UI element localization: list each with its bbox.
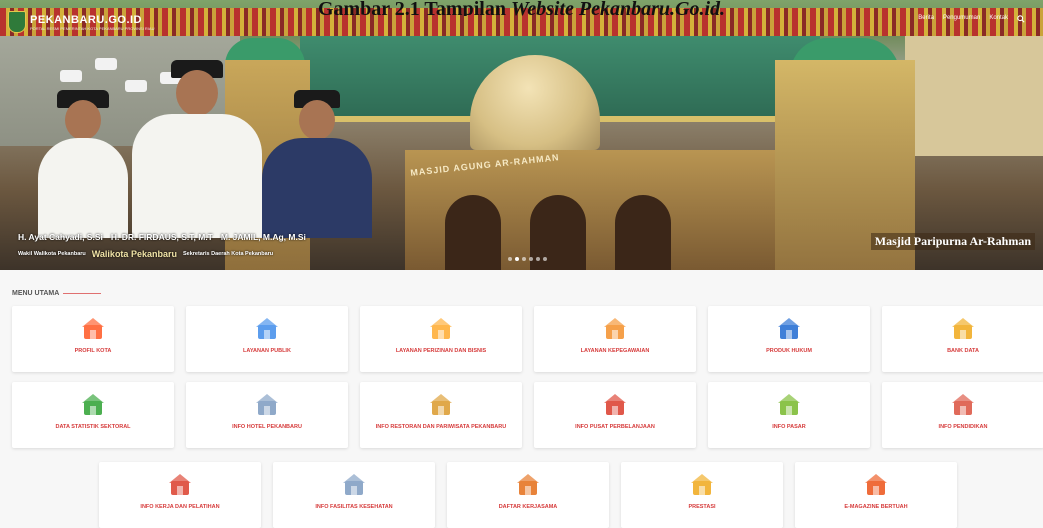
caption-text: Gambar 2.1 Tampilan	[317, 0, 511, 16]
menu-card-label: INFO PASAR	[772, 424, 806, 430]
figure-caption: Gambar 2.1 Tampilan Website Pekanbaru.Go…	[0, 0, 1043, 16]
slide-dot[interactable]	[529, 257, 533, 261]
job-icon	[169, 474, 191, 495]
menu-card-info-pasar[interactable]: INFO PASAR	[708, 382, 870, 448]
slide-dot[interactable]	[508, 257, 512, 261]
official-name-2: H. DR. FIRDAUS, S.T, M.T	[110, 232, 213, 242]
official-roles: Wakil Walikota Pekanbaru Walikota Pekanb…	[18, 249, 273, 259]
nav-kontak[interactable]: Kontak	[989, 15, 1008, 23]
menu-card-layanan-kepegawaian[interactable]: LAYANAN KEPEGAWAIAN	[534, 306, 696, 372]
menu-card-layanan-perizinan-dan-bisnis[interactable]: LAYANAN PERIZINAN DAN BISNIS	[360, 306, 522, 372]
slide-dot[interactable]	[522, 257, 526, 261]
official-photo-3	[262, 90, 372, 238]
menu-card-daftar-kerjasama[interactable]: DAFTAR KERJASAMA	[447, 462, 609, 528]
caption-italic: Website Pekanbaru.Go.id.	[510, 0, 726, 16]
official-photo-1	[38, 90, 128, 238]
menu-card-info-pusat-perbelanjaan[interactable]: INFO PUSAT PERBELANJAAN	[534, 382, 696, 448]
menu-card-info-hotel-pekanbaru[interactable]: INFO HOTEL PEKANBARU	[186, 382, 348, 448]
menu-card-info-restoran-dan-pariwisata-pekanbaru[interactable]: INFO RESTORAN DAN PARIWISATA PEKANBARU	[360, 382, 522, 448]
menu-card-label: PRODUK HUKUM	[766, 348, 812, 354]
home-icon	[82, 318, 104, 339]
menu-card-layanan-publik[interactable]: LAYANAN PUBLIK	[186, 306, 348, 372]
menu-card-label: E-MAGAZINE BERTUAH	[844, 504, 908, 510]
public-service-icon	[256, 318, 278, 339]
mosque-arch	[445, 195, 501, 270]
menu-card-label: DAFTAR KERJASAMA	[498, 504, 558, 510]
official-names: H. Ayat Cahyadi, S.Si H. DR. FIRDAUS, S.…	[18, 232, 306, 242]
logo-subtitle: PORTAL RESMI PEMERINTAH KOTA PEKANBARU P…	[30, 25, 155, 31]
slide-dot[interactable]	[536, 257, 540, 261]
menu-card-label: INFO FASILITAS KESEHATAN	[315, 504, 393, 510]
menu-card-label: LAYANAN PERIZINAN DAN BISNIS	[395, 348, 487, 354]
shop-icon	[604, 394, 626, 415]
menu-title-divider	[63, 293, 102, 294]
menu-card-label: INFO RESTORAN DAN PARIWISATA PEKANBARU	[375, 424, 507, 430]
menu-card-info-kerja-dan-pelatihan[interactable]: INFO KERJA DAN PELATIHAN	[99, 462, 261, 528]
menu-card-prestasi[interactable]: PRESTASI	[621, 462, 783, 528]
magazine-icon	[865, 474, 887, 495]
menu-card-data-statistik-sektoral[interactable]: DATA STATISTIK SEKTORAL	[12, 382, 174, 448]
menu-card-produk-hukum[interactable]: PRODUK HUKUM	[708, 306, 870, 372]
database-icon	[952, 318, 974, 339]
menu-title: MENU UTAMA	[12, 290, 102, 297]
menu-card-profil-kota[interactable]: PROFIL KOTA	[12, 306, 174, 372]
place-label: Masjid Paripurna Ar-Rahman	[870, 233, 1035, 250]
handshake-icon	[517, 474, 539, 495]
slide-dot[interactable]	[515, 257, 519, 261]
hotel-icon	[256, 394, 278, 415]
car	[60, 70, 82, 82]
mosque-arch	[615, 195, 671, 270]
menu-card-label: INFO HOTEL PEKANBARU	[232, 424, 302, 430]
official-role-1: Wakil Walikota Pekanbaru	[18, 251, 86, 257]
official-role-3: Sekretaris Daerah Kota Pekanbaru	[182, 251, 274, 257]
menu-card-label: BANK DATA	[947, 348, 979, 354]
menu-card-bank-data[interactable]: BANK DATA	[882, 306, 1043, 372]
menu-card-label: INFO PUSAT PERBELANJAAN	[575, 424, 655, 430]
car	[95, 58, 117, 70]
menu-card-label: PROFIL KOTA	[74, 348, 112, 354]
globe-law-icon	[778, 318, 800, 339]
slide-dot[interactable]	[543, 257, 547, 261]
top-nav: Berita Pengumuman Kontak	[918, 15, 1025, 23]
official-name-1: H. Ayat Cahyadi, S.Si	[18, 232, 103, 242]
menu-card-label: INFO PENDIDIKAN	[938, 424, 988, 430]
restaurant-icon	[430, 394, 452, 415]
official-role-2: Walikota Pekanbaru	[91, 249, 177, 259]
menu-card-label: LAYANAN PUBLIK	[243, 348, 291, 354]
slide-indicators[interactable]	[508, 257, 547, 261]
official-name-3: M. JAMIL, M.Ag, M.Si	[220, 232, 306, 242]
building-right	[905, 36, 1043, 156]
school-icon	[952, 394, 974, 415]
statistics-chart-icon	[82, 394, 104, 415]
employee-icon	[604, 318, 626, 339]
nav-berita[interactable]: Berita	[918, 15, 934, 23]
menu-card-info-pendidikan[interactable]: INFO PENDIDIKAN	[882, 382, 1043, 448]
menu-card-e-magazine-bertuah[interactable]: E-MAGAZINE BERTUAH	[795, 462, 957, 528]
menu-card-label: PRESTASI	[688, 504, 716, 510]
menu-card-label: LAYANAN KEPEGAWAIAN	[580, 348, 650, 354]
hospital-icon	[343, 474, 365, 495]
search-icon[interactable]	[1017, 15, 1025, 23]
menu-card-label: INFO KERJA DAN PELATIHAN	[140, 504, 220, 510]
market-icon	[778, 394, 800, 415]
official-photo-2	[132, 60, 262, 238]
hero-banner[interactable]: MASJID AGUNG AR-RAHMAN H. Ayat Cahyadi, …	[0, 0, 1043, 270]
nav-pengumuman[interactable]: Pengumuman	[943, 15, 980, 23]
menu-title-text: MENU UTAMA	[12, 290, 60, 297]
business-permit-icon	[430, 318, 452, 339]
menu-card-label: DATA STATISTIK SEKTORAL	[55, 424, 131, 430]
menu-card-info-fasilitas-kesehatan[interactable]: INFO FASILITAS KESEHATAN	[273, 462, 435, 528]
medal-icon	[691, 474, 713, 495]
